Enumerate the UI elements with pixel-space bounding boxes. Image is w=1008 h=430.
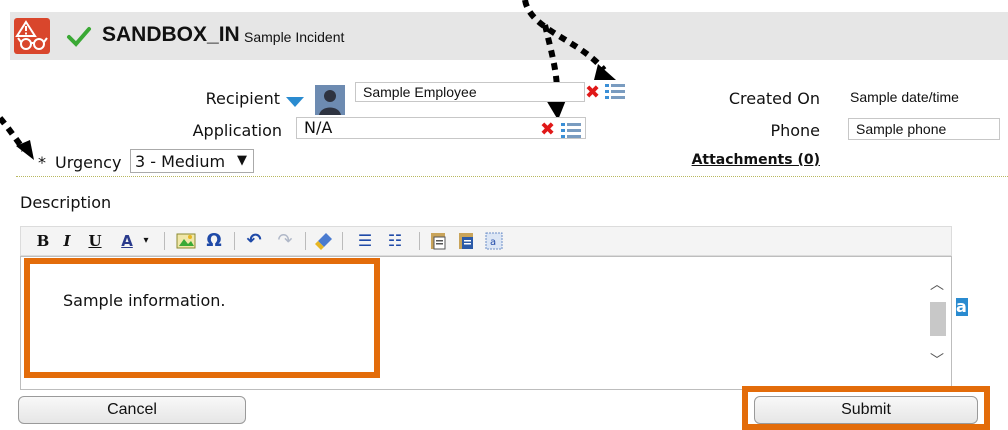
scrollbar-thumb[interactable] — [930, 302, 946, 336]
toolbar-separator — [164, 232, 165, 250]
toolbar-separator — [419, 232, 420, 250]
urgency-label: Urgency — [55, 153, 122, 172]
svg-text:a: a — [490, 237, 496, 248]
clear-application-icon[interactable]: ✖ — [540, 121, 555, 139]
undo-icon[interactable]: ↶ — [243, 228, 265, 254]
spellcheck-icon[interactable]: ab — [956, 298, 982, 320]
submit-button[interactable]: Submit — [754, 396, 978, 424]
clear-recipient-icon[interactable]: ✖ — [585, 84, 600, 102]
scroll-up-icon[interactable]: ︿ — [930, 274, 944, 294]
toolbar-separator — [234, 232, 235, 250]
highlight-box-description — [24, 258, 380, 378]
editor-scrollbar[interactable]: ︿ ﹀ — [928, 272, 948, 372]
underline-button[interactable]: U — [86, 228, 104, 254]
description-label: Description — [20, 193, 112, 212]
recipient-field[interactable]: Sample Employee — [355, 82, 585, 102]
created-on-label: Created On — [728, 89, 820, 108]
spellcheck-label: ab — [956, 297, 979, 316]
bulleted-list-icon[interactable]: ☰ — [354, 228, 376, 254]
clear-formatting-icon[interactable] — [314, 231, 334, 251]
paste-text-icon[interactable] — [428, 231, 448, 251]
section-divider — [16, 176, 1008, 177]
dropdown-arrow-icon: ▼ — [237, 153, 247, 168]
italic-button[interactable]: I — [58, 228, 76, 254]
font-color-dropdown-icon[interactable]: ▾ — [140, 228, 152, 254]
recipient-list-icon[interactable] — [604, 82, 626, 100]
application-list-icon[interactable] — [560, 121, 582, 139]
redo-icon[interactable]: ↷ — [274, 228, 296, 254]
cancel-button[interactable]: Cancel — [18, 396, 246, 424]
special-character-button[interactable]: Ω — [202, 228, 226, 254]
required-marker: * — [38, 153, 46, 172]
recipient-dropdown-arrow-icon[interactable] — [285, 93, 305, 107]
bold-button[interactable]: B — [34, 228, 52, 254]
application-label: Application — [192, 121, 282, 140]
description-content[interactable]: Sample information. — [63, 291, 226, 310]
phone-field[interactable]: Sample phone — [848, 118, 1000, 140]
image-icon[interactable] — [176, 231, 196, 251]
attachments-link[interactable]: Attachments (0) — [690, 152, 820, 168]
avatar — [315, 85, 345, 115]
toolbar-separator — [342, 232, 343, 250]
urgency-selected-value: 3 - Medium — [135, 152, 226, 171]
toolbar-separator — [305, 232, 306, 250]
scroll-down-icon[interactable]: ﹀ — [930, 350, 944, 370]
created-on-value: Sample date/time — [850, 89, 959, 105]
numbered-list-icon[interactable]: ☷ — [384, 228, 406, 254]
phone-label: Phone — [770, 121, 820, 140]
select-all-icon[interactable]: a — [484, 231, 504, 251]
font-color-button[interactable]: A — [116, 228, 138, 254]
urgency-select[interactable]: 3 - Medium ▼ — [130, 149, 254, 173]
recipient-label: Recipient — [205, 89, 280, 108]
paste-word-icon[interactable] — [456, 231, 476, 251]
